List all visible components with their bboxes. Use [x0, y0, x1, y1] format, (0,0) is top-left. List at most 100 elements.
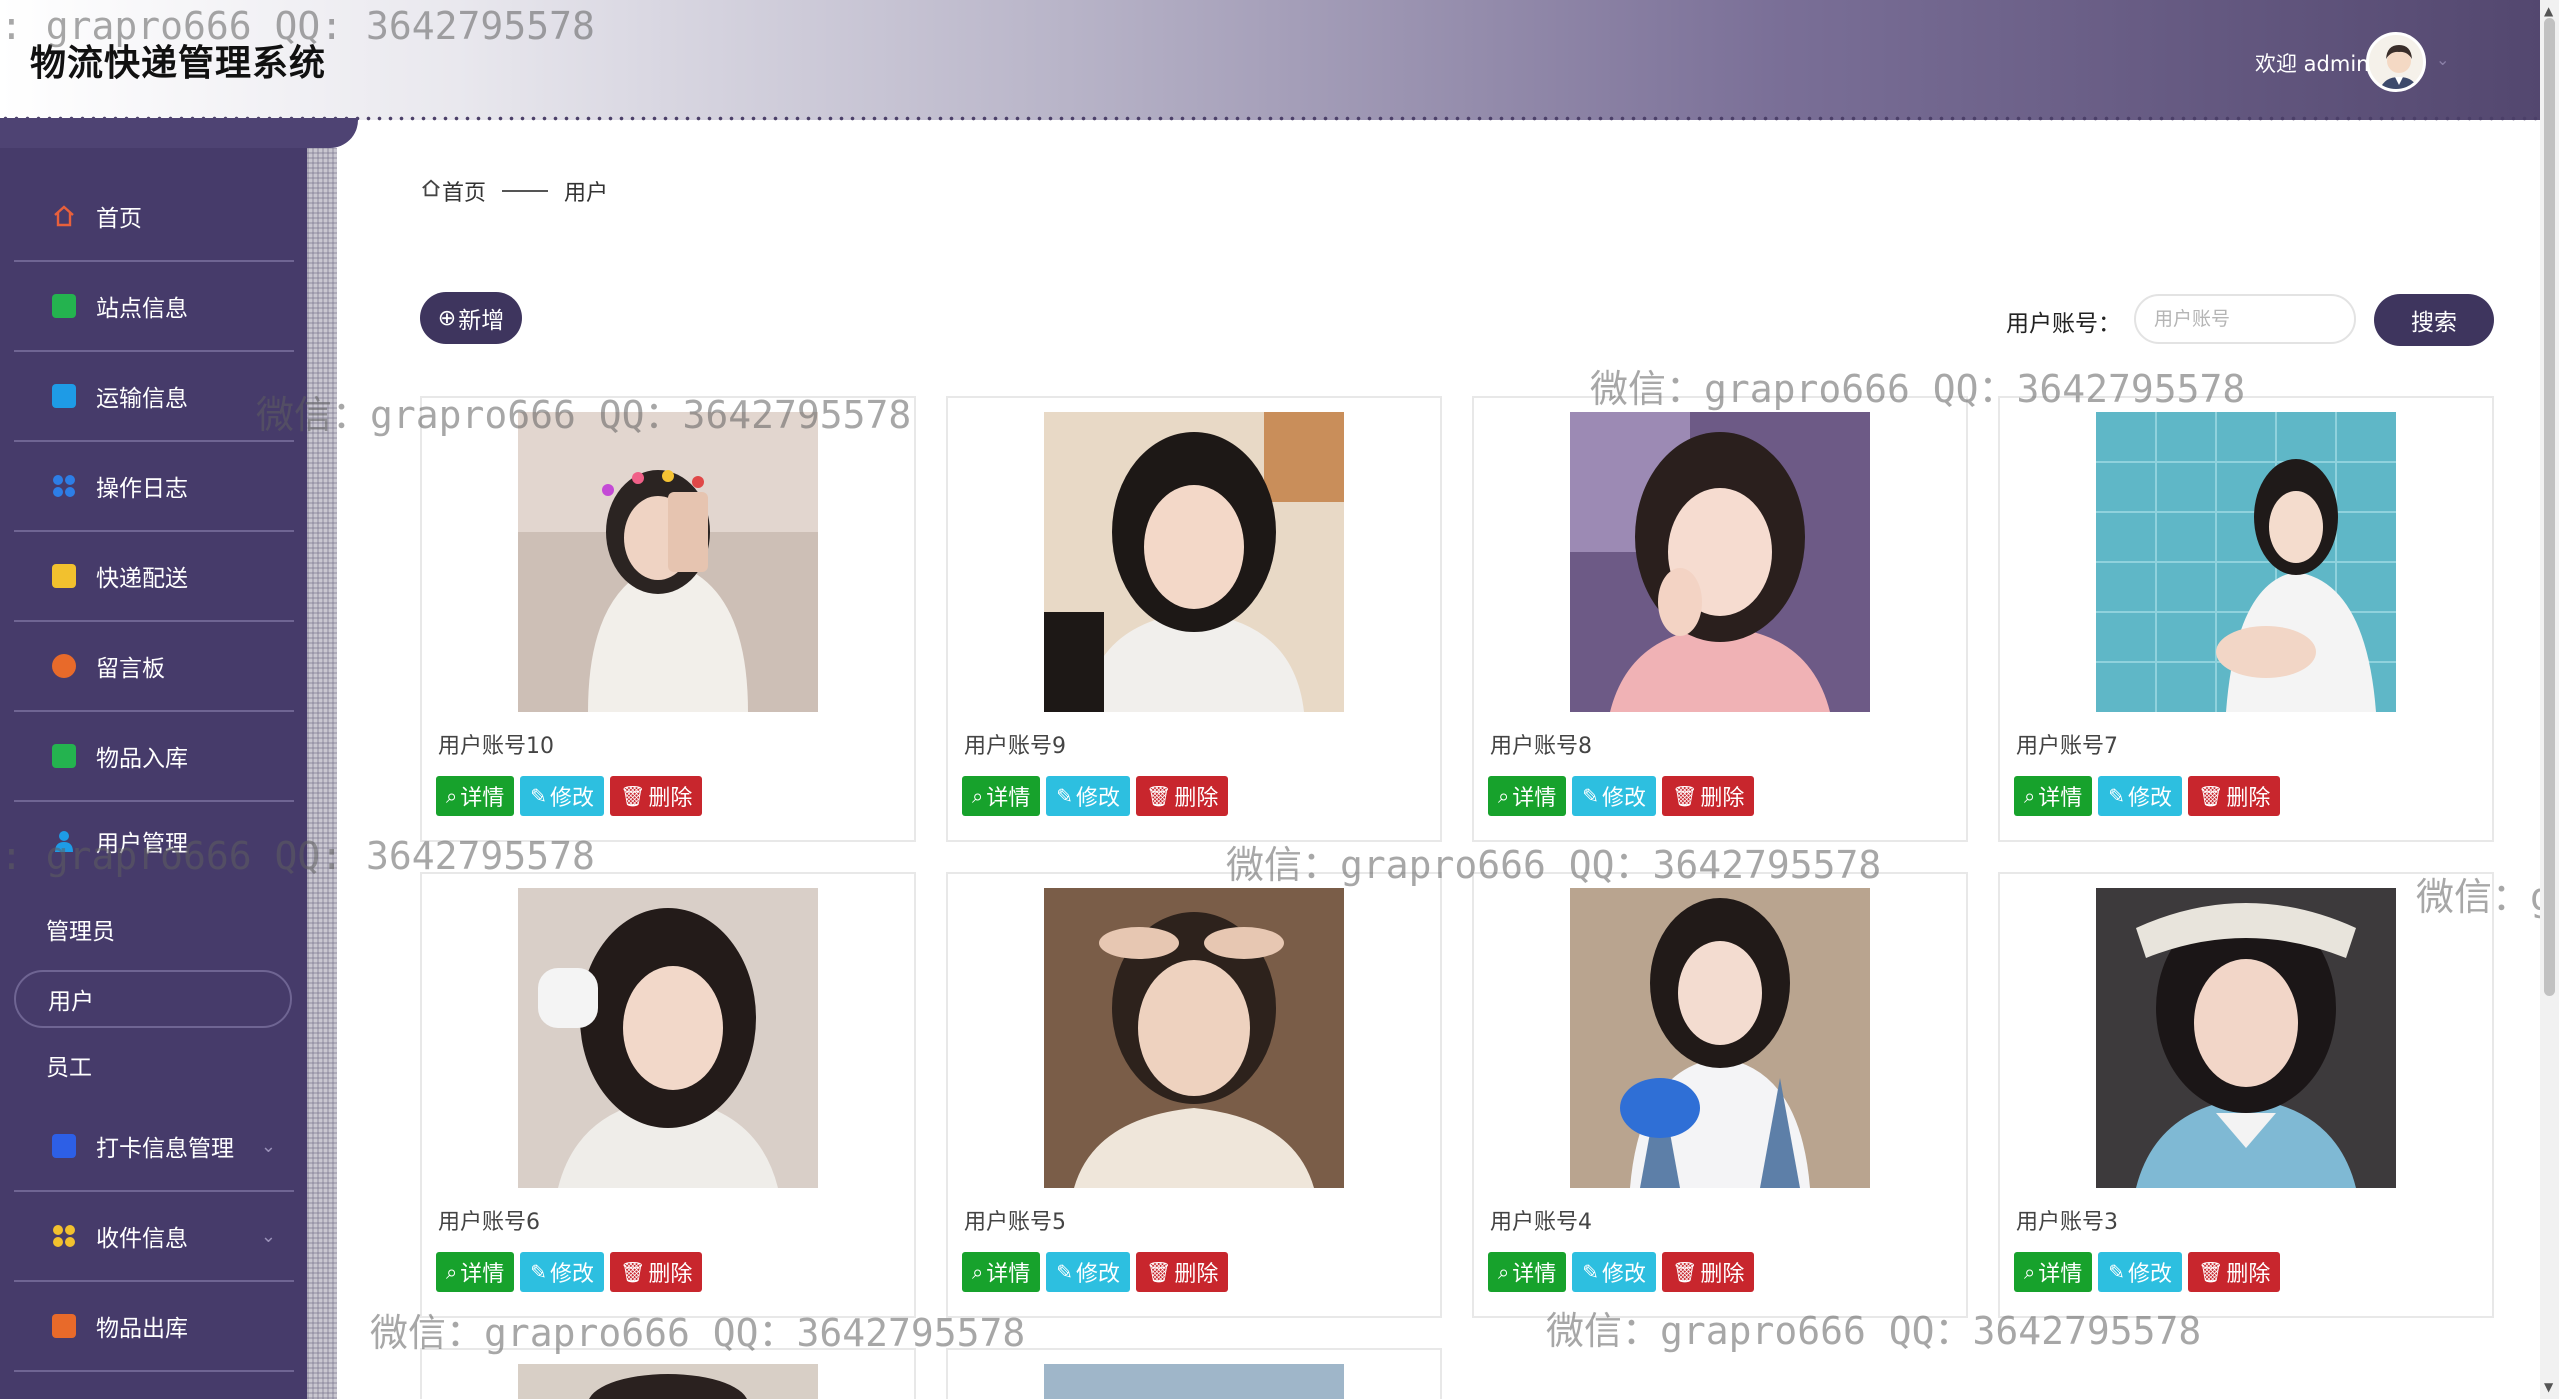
sidebar-subitem-staff[interactable]: 员工	[14, 1036, 292, 1094]
user-card: 用户账号8 ⌕ 详情 ✎ 修改 🗑 删除	[1472, 396, 1968, 842]
edit-button[interactable]: ✎ 修改	[2098, 776, 2182, 816]
edit-button[interactable]: ✎ 修改	[1046, 776, 1130, 816]
app-title: 物流快递管理系统	[30, 43, 327, 84]
edit-button[interactable]: ✎ 修改	[2098, 1252, 2182, 1292]
edit-button[interactable]: ✎ 修改	[1572, 776, 1656, 816]
user-photo[interactable]	[518, 1364, 818, 1399]
edit-label: 修改	[549, 786, 594, 811]
sidebar-item-label: 打卡信息管理	[96, 1136, 234, 1162]
breadcrumb-home[interactable]: 首页	[442, 175, 486, 207]
detail-button[interactable]: ⌕ 详情	[1488, 1252, 1567, 1292]
book-icon	[52, 294, 76, 318]
edit-button[interactable]: ✎ 修改	[520, 1252, 604, 1292]
user-avatar[interactable]	[2366, 32, 2426, 92]
pencil-icon: ✎	[530, 1260, 547, 1284]
sidebar-top-tab	[0, 118, 358, 148]
pencil-icon: ✎	[2108, 784, 2125, 808]
sidebar-item-receipts[interactable]: 收件信息 ⌄	[14, 1192, 294, 1282]
sidebar-pattern-strip	[307, 148, 337, 1399]
trash-icon: 🗑	[1672, 1260, 1698, 1284]
user-card: 用户账号4 ⌕ 详情 ✎ 修改 🗑 删除	[1472, 872, 1968, 1318]
user-card	[946, 1348, 1442, 1399]
add-button[interactable]: ⊕ 新增	[420, 292, 522, 344]
sidebar-item-stock-out[interactable]: 物品出库	[14, 1282, 294, 1372]
delete-button[interactable]: 🗑 删除	[1136, 776, 1229, 816]
top-header: 物流快递管理系统 欢迎 admin ⌄	[0, 0, 2540, 120]
user-photo[interactable]	[1044, 1364, 1344, 1399]
home-icon[interactable]	[420, 177, 442, 205]
detail-button[interactable]: ⌕ 详情	[1488, 776, 1567, 816]
user-photo[interactable]	[2096, 412, 2396, 712]
sidebar-subitem-admins[interactable]: 管理员	[14, 900, 292, 958]
sidebar-item-transport[interactable]: 运输信息	[14, 352, 294, 442]
detail-button[interactable]: ⌕ 详情	[2014, 1252, 2093, 1292]
search-input[interactable]	[2134, 294, 2356, 344]
user-photo[interactable]	[1570, 888, 1870, 1188]
sidebar-item-label: 操作日志	[96, 476, 188, 502]
edit-button[interactable]: ✎ 修改	[1046, 1252, 1130, 1292]
user-photo[interactable]	[518, 888, 818, 1188]
apps-icon	[52, 1224, 76, 1248]
sidebar-item-messages[interactable]: 留言板	[14, 622, 294, 712]
scroll-up-arrow-icon[interactable]: ▲	[2544, 4, 2553, 18]
delete-button[interactable]: 🗑 删除	[2188, 776, 2281, 816]
delete-label: 删除	[648, 786, 693, 811]
delete-label: 删除	[1700, 786, 1745, 811]
delete-button[interactable]: 🗑 删除	[610, 1252, 703, 1292]
compass-icon	[52, 654, 76, 678]
user-card: 用户账号3 ⌕ 详情 ✎ 修改 🗑 删除	[1998, 872, 2494, 1318]
delete-button[interactable]: 🗑 删除	[610, 776, 703, 816]
card-actions: ⌕ 详情 ✎ 修改 🗑 删除	[1488, 776, 1755, 816]
user-photo[interactable]	[1044, 412, 1344, 712]
sidebar-subitem-users[interactable]: 用户	[14, 970, 292, 1028]
detail-button[interactable]: ⌕ 详情	[436, 1252, 515, 1292]
detail-button[interactable]: ⌕ 详情	[436, 776, 515, 816]
pencil-icon: ✎	[1582, 1260, 1599, 1284]
sidebar-item-label: 收件信息	[96, 1226, 188, 1252]
user-photo[interactable]	[518, 412, 818, 712]
scroll-down-arrow-icon[interactable]: ▼	[2544, 1380, 2553, 1394]
sidebar-item-stock-in[interactable]: 物品入库	[14, 712, 294, 802]
user-menu-chevron-icon[interactable]: ⌄	[2436, 50, 2449, 69]
delete-button[interactable]: 🗑 删除	[1136, 1252, 1229, 1292]
edit-label: 修改	[1075, 1262, 1120, 1287]
user-photo[interactable]	[2096, 888, 2396, 1188]
delete-button[interactable]: 🗑 删除	[2188, 1252, 2281, 1292]
sidebar-item-attendance[interactable]: 打卡信息管理 ⌄	[14, 1102, 294, 1192]
search-icon: ⌕	[1498, 1260, 1510, 1284]
user-card: 用户账号6 ⌕ 详情 ✎ 修改 🗑 删除	[420, 872, 916, 1318]
detail-label: 详情	[460, 1262, 505, 1287]
detail-button[interactable]: ⌕ 详情	[962, 1252, 1041, 1292]
user-photo[interactable]	[1044, 888, 1344, 1188]
page-scrollbar[interactable]: ▲ ▼	[2540, 0, 2559, 1399]
detail-button[interactable]: ⌕ 详情	[2014, 776, 2093, 816]
detail-label: 详情	[2038, 1262, 2083, 1287]
mail-icon	[52, 744, 76, 768]
sidebar-item-home[interactable]: 首页	[14, 172, 294, 262]
delete-label: 删除	[2226, 786, 2271, 811]
detail-button[interactable]: ⌕ 详情	[962, 776, 1041, 816]
delete-button[interactable]: 🗑 删除	[1662, 776, 1755, 816]
user-card: 用户账号7 ⌕ 详情 ✎ 修改 🗑 删除	[1998, 396, 2494, 842]
trash-icon: 🗑	[1672, 784, 1698, 808]
edit-button[interactable]: ✎ 修改	[1572, 1252, 1656, 1292]
user-card-name: 用户账号8	[1490, 734, 1592, 759]
sidebar-item-user-management[interactable]: 用户管理	[14, 802, 294, 880]
search-button[interactable]: 搜索	[2374, 294, 2494, 346]
sidebar-item-logs[interactable]: 操作日志	[14, 442, 294, 532]
search-label: 用户账号：	[2006, 311, 2121, 337]
scrollbar-thumb[interactable]	[2544, 18, 2555, 996]
delete-button[interactable]: 🗑 删除	[1662, 1252, 1755, 1292]
card-actions: ⌕ 详情 ✎ 修改 🗑 删除	[436, 776, 703, 816]
card-actions: ⌕ 详情 ✎ 修改 🗑 删除	[436, 1252, 703, 1292]
sidebar-item-delivery[interactable]: 快递配送	[14, 532, 294, 622]
card-actions: ⌕ 详情 ✎ 修改 🗑 删除	[962, 1252, 1229, 1292]
trash-icon: 🗑	[620, 1260, 646, 1284]
user-card: 用户账号5 ⌕ 详情 ✎ 修改 🗑 删除	[946, 872, 1442, 1318]
sidebar-item-stations[interactable]: 站点信息	[14, 262, 294, 352]
user-photo[interactable]	[1570, 412, 1870, 712]
sidebar-item-label: 快递配送	[96, 566, 188, 592]
edit-label: 修改	[549, 1262, 594, 1287]
sidebar-item-label: 站点信息	[96, 296, 188, 322]
edit-button[interactable]: ✎ 修改	[520, 776, 604, 816]
